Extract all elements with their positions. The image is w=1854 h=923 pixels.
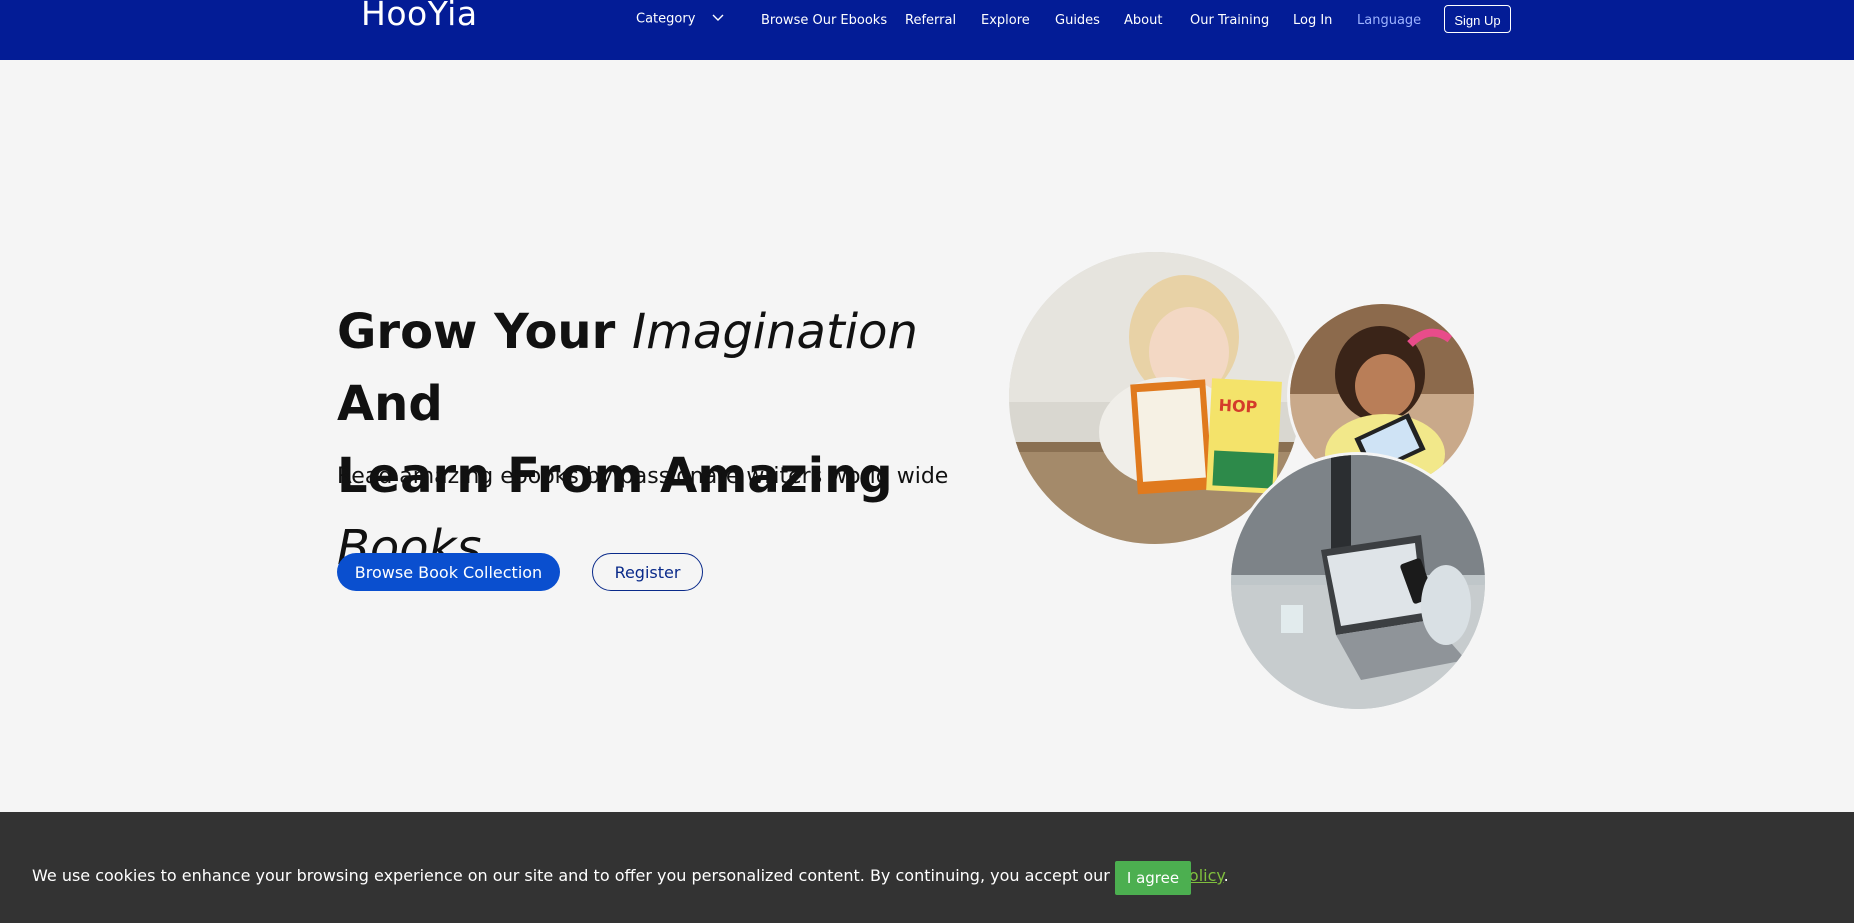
browse-collection-button[interactable]: Browse Book Collection — [337, 553, 560, 591]
nav-language[interactable]: Language — [1357, 10, 1421, 32]
hero-subtitle: Read amazing ebooks by passionate writer… — [337, 464, 949, 489]
register-button[interactable]: Register — [592, 553, 703, 591]
category-dropdown[interactable]: Category — [636, 8, 724, 30]
nav-guides[interactable]: Guides — [1055, 10, 1100, 32]
svg-text:HOP: HOP — [1218, 396, 1258, 417]
cookie-period: . — [1223, 866, 1229, 885]
hero-title: Grow Your Imagination And Learn From Ama… — [337, 296, 1017, 584]
nav-login[interactable]: Log In — [1293, 10, 1332, 32]
laptop-phone-photo — [1228, 452, 1488, 712]
hero-title-part2: And — [337, 376, 443, 432]
nav-explore[interactable]: Explore — [981, 10, 1030, 32]
nav-about[interactable]: About — [1124, 10, 1162, 32]
top-navbar: HooYia Category Browse Our Ebooks Referr… — [0, 0, 1854, 60]
signup-button[interactable]: Sign Up — [1444, 5, 1511, 33]
nav-browse-ebooks[interactable]: Browse Our Ebooks — [761, 10, 887, 32]
site-logo[interactable]: HooYia — [361, 0, 478, 34]
chevron-down-icon — [712, 8, 724, 30]
nav-referral[interactable]: Referral — [905, 10, 956, 32]
category-label: Category — [636, 11, 696, 27]
cookie-message: We use cookies to enhance your browsing … — [32, 866, 1229, 885]
hero-title-part1: Grow Your — [337, 304, 632, 360]
nav-our-training[interactable]: Our Training — [1190, 10, 1269, 32]
cookie-text: We use cookies to enhance your browsing … — [32, 866, 1115, 885]
agree-button[interactable]: I agree — [1115, 861, 1191, 895]
hero-title-em1: Imagination — [631, 304, 918, 360]
